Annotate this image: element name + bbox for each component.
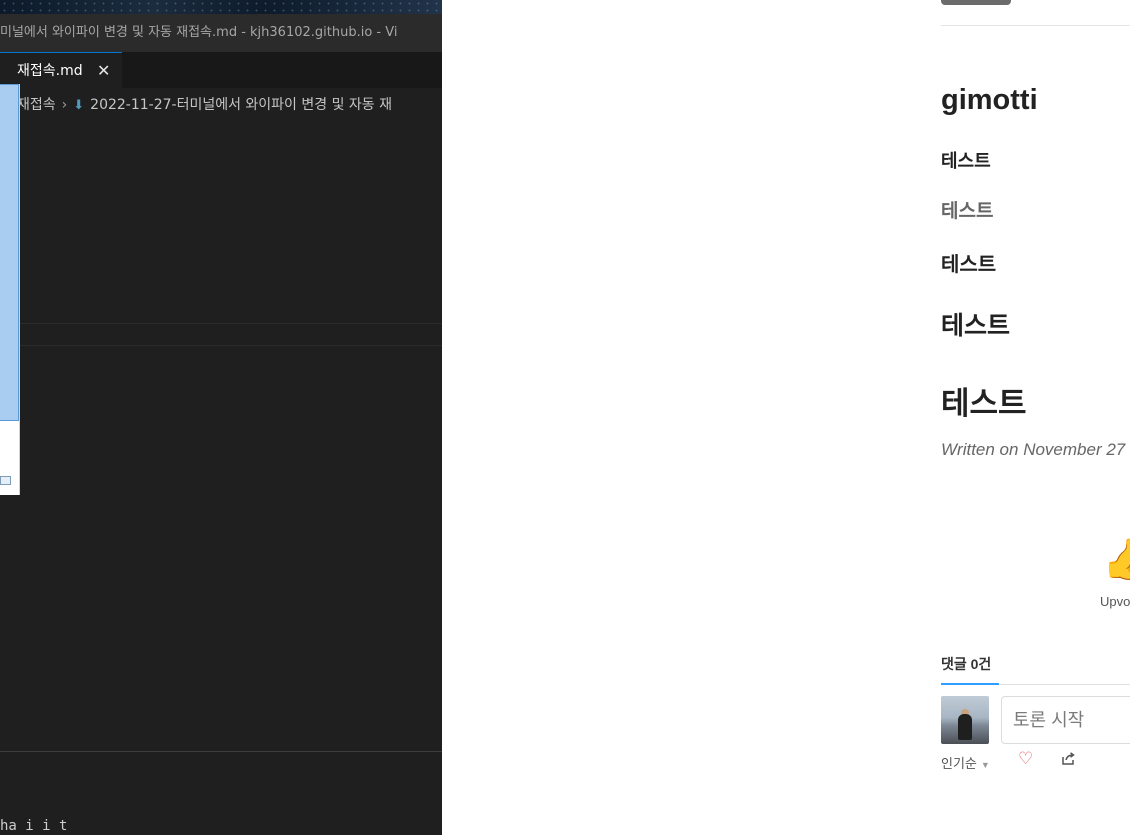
post-date: Written on November 27 (941, 440, 1126, 459)
desktop-wallpaper (0, 0, 442, 14)
caret-down-icon: ▼ (980, 760, 990, 770)
heart-icon[interactable]: ♡ (1018, 749, 1033, 769)
editor-tab-bar: 재접속.md ✕ (0, 52, 442, 88)
sort-label: 인기순 (941, 756, 977, 771)
panel-divider (0, 751, 442, 752)
heading-h5: 테스트 (941, 201, 994, 222)
close-icon[interactable]: ✕ (97, 53, 110, 88)
breadcrumb-file[interactable]: 2022-11-27-터미널에서 와이파이 변경 및 자동 재 (90, 97, 392, 113)
upvote-label[interactable]: Upvo (1100, 594, 1130, 609)
editor-divider (0, 323, 442, 324)
comments-tab-underline (941, 683, 999, 685)
overlapping-window[interactable] (0, 84, 20, 495)
header-divider (941, 25, 1130, 26)
post-title: gimotti (941, 84, 1038, 116)
markdown-arrow-icon: ⬇ (73, 98, 85, 113)
editor-tab-label: 재접속.md (17, 63, 83, 79)
share-icon[interactable] (1060, 751, 1076, 767)
terminal-text: ha i i t (0, 818, 68, 834)
breadcrumb: 재접속 › ⬇ 2022-11-27-터미널에서 와이파이 변경 및 자동 재 (0, 92, 442, 118)
chevron-right-icon: › (61, 97, 68, 113)
heading-h2: 테스트 (941, 386, 1027, 421)
overlapping-window-selection (0, 84, 19, 421)
avatar (941, 696, 989, 744)
screen: 미널에서 와이파이 변경 및 자동 재접속.md - kjh36102.gith… (0, 0, 1130, 835)
comments-count-tab[interactable]: 댓글 0건 (941, 654, 991, 674)
window-thumbnail-icon (0, 476, 11, 485)
sort-dropdown[interactable]: 인기순 ▼ (941, 753, 990, 772)
avatar-person (958, 714, 972, 740)
editor-divider (0, 345, 442, 346)
editor-tab-active[interactable]: 재접속.md ✕ (0, 52, 122, 88)
header-avatar (941, 0, 1011, 5)
window-title: 미널에서 와이파이 변경 및 자동 재접속.md - kjh36102.gith… (0, 14, 442, 52)
breadcrumb-folder[interactable]: 재접속 (17, 97, 56, 113)
heading-h3: 테스트 (941, 312, 1011, 340)
heading-h4: 테스트 (941, 254, 997, 276)
comment-input[interactable] (1001, 696, 1130, 744)
vscode-window: 미널에서 와이파이 변경 및 자동 재접속.md - kjh36102.gith… (0, 0, 442, 835)
thumbs-up-icon[interactable]: 👍 (1102, 536, 1130, 584)
blog-post: gimotti 테스트 테스트 테스트 테스트 테스트 Written on N… (941, 0, 1130, 835)
heading-h6: 테스트 (941, 151, 991, 171)
